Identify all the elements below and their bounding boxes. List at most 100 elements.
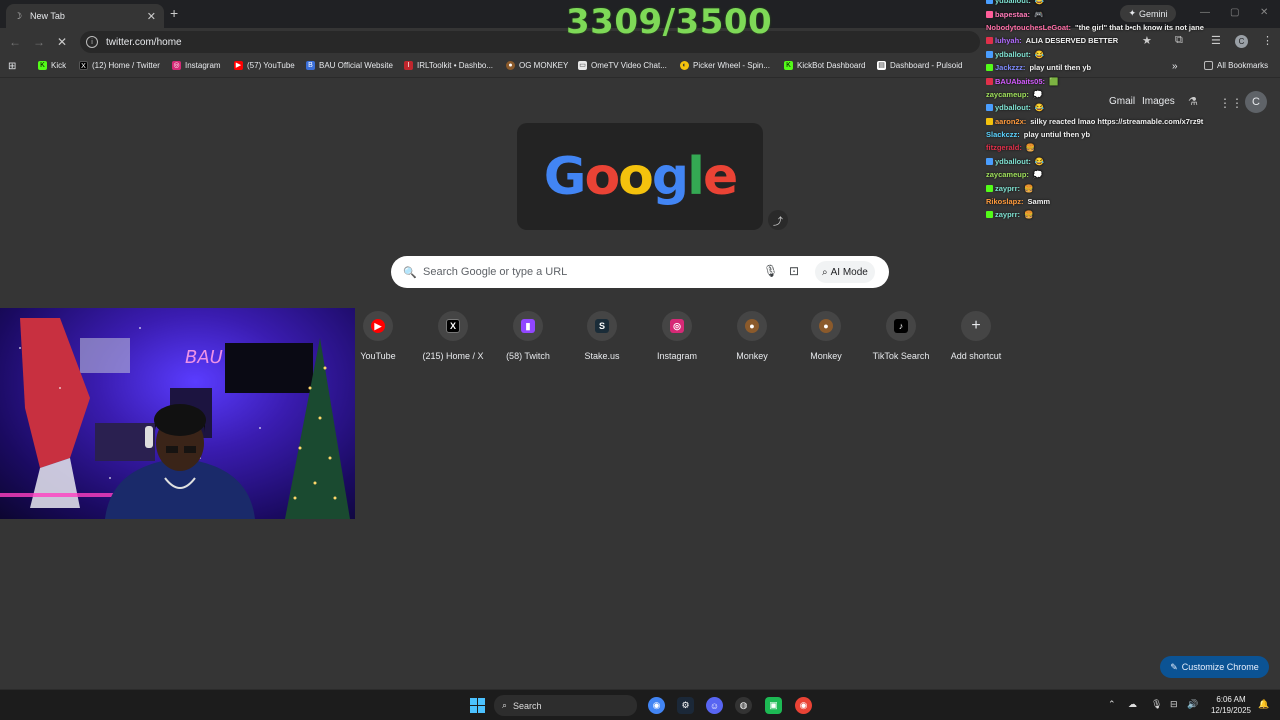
taskbar-search[interactable]: ⌕ Search: [494, 695, 637, 716]
gemini-button[interactable]: ✦ Gemini: [1120, 5, 1176, 22]
back-icon[interactable]: ←: [9, 35, 21, 49]
bookmark-bau[interactable]: B BAU Official Website: [306, 61, 393, 70]
ai-mode-button[interactable]: ⌕ AI Mode: [815, 261, 875, 283]
x-icon: X: [79, 61, 88, 70]
windows-taskbar: ⌕ Search ◉ ⚙ ☺ ◍ ▣ ◉ ⌃ ☁ 🎙 ⊟ 🔊 6:06 AM 1…: [0, 689, 1280, 720]
chat-badge-icon: [986, 77, 993, 85]
monkey-icon: ●: [506, 61, 515, 70]
app-icon[interactable]: ▣: [765, 697, 782, 714]
tab-new-tab[interactable]: ☽ New Tab ✕: [6, 4, 164, 28]
network-icon[interactable]: ⊟: [1170, 699, 1178, 710]
tiktok-icon: ♪: [894, 319, 908, 333]
system-clock[interactable]: 6:06 AM 12/19/2025: [1206, 694, 1256, 716]
chat-badge-icon: [986, 211, 993, 219]
chat-message: Jackzzz: play until then yb: [986, 61, 1276, 74]
bookmark-twitter[interactable]: X (12) Home / Twitter: [79, 61, 160, 70]
chat-text: 😂: [1034, 103, 1045, 113]
bookmark-youtube[interactable]: ▶ (57) YouTube: [234, 61, 295, 70]
bookmark-kick[interactable]: K Kick: [38, 61, 66, 70]
customize-chrome-button[interactable]: ✎ Customize Chrome: [1160, 656, 1269, 678]
google-lens-icon[interactable]: ⊡: [789, 264, 799, 278]
search-box[interactable]: 🔍 🎙 ⊡ ⌕ AI Mode: [391, 256, 889, 288]
chat-text: 🍔: [1024, 210, 1034, 220]
sparkle-icon: ✦: [1128, 8, 1137, 18]
bookmark-instagram[interactable]: ◎ Instagram: [172, 61, 221, 70]
chat-text: 🍔: [1024, 183, 1034, 193]
chat-text: 🍔: [1025, 143, 1036, 153]
obs-icon[interactable]: ◍: [735, 697, 752, 714]
microphone-icon[interactable]: 🎙: [763, 264, 778, 278]
chat-text: "the girl" that b•ch know its not jane: [1075, 22, 1204, 32]
chat-text: play untiul then yb: [1023, 130, 1091, 140]
chat-username: ydballout:: [995, 103, 1031, 113]
shortcut-instagram[interactable]: ◎ Instagram: [640, 311, 714, 361]
shortcut-twitch[interactable]: ▮ (58) Twitch: [491, 311, 565, 361]
instagram-icon: ◎: [670, 319, 684, 333]
chat-message: Slackczz: play untiul then yb: [986, 128, 1276, 141]
close-tab-icon[interactable]: ✕: [147, 10, 156, 23]
stop-loading-icon[interactable]: ✕: [57, 35, 67, 49]
microphone-tray-icon[interactable]: 🎙: [1151, 699, 1162, 710]
discord-icon[interactable]: ☺: [706, 697, 723, 714]
bookmark-kickbot[interactable]: K KickBot Dashboard: [784, 61, 865, 70]
search-input[interactable]: [423, 266, 753, 278]
onedrive-icon[interactable]: ☁: [1128, 699, 1137, 710]
bookmark-og-monkey[interactable]: ● OG MONKEY: [506, 61, 568, 70]
chat-message: Rikoslapz: Samm: [986, 195, 1276, 208]
chat-username: ydballout:: [995, 0, 1031, 6]
chrome-profile-icon[interactable]: ◉: [795, 697, 812, 714]
chat-username: ydballout:: [995, 49, 1031, 59]
chat-text: 💭: [1032, 170, 1043, 180]
bookmark-pulsoid[interactable]: ▤ Dashboard - Pulsoid: [877, 61, 962, 70]
chat-message: zayprr: 🍔: [986, 181, 1276, 194]
bookmark-picker-wheel[interactable]: ◐ Picker Wheel - Spin...: [680, 61, 770, 70]
chat-text: 🟩: [1049, 76, 1059, 86]
forward-icon[interactable]: →: [33, 35, 45, 49]
chat-badge-icon: [986, 157, 993, 165]
stake-icon: S: [595, 319, 609, 333]
chat-text: 😂: [1034, 156, 1045, 166]
chat-username: BAUAbaits05:: [995, 76, 1046, 86]
chat-text: 🎮: [1034, 9, 1044, 19]
share-doodle-icon[interactable]: ⤴: [768, 210, 788, 230]
chrome-icon[interactable]: ◉: [648, 697, 665, 714]
start-menu-icon[interactable]: [470, 698, 485, 713]
chat-text: Samm: [1027, 197, 1051, 207]
address-bar[interactable]: i twitter.com/home: [80, 31, 980, 53]
steam-icon[interactable]: ⚙: [677, 697, 694, 714]
chat-message: BAUAbaits05: 🟩: [986, 74, 1276, 87]
chat-message: NobodytouchesLeGoat: "the girl" that b•ch…: [986, 21, 1276, 34]
shortcut-monkey-2[interactable]: ● Monkey: [789, 311, 863, 361]
bookmark-irltoolkit[interactable]: I IRLToolkit • Dashbo...: [404, 61, 493, 70]
chat-badge-icon: [986, 50, 993, 58]
add-shortcut[interactable]: + Add shortcut: [939, 311, 1013, 361]
site-info-icon[interactable]: i: [86, 36, 98, 48]
url-text: twitter.com/home: [106, 36, 182, 48]
shortcut-x[interactable]: X (215) Home / X: [416, 311, 490, 361]
google-doodle[interactable]: Google: [517, 123, 763, 230]
notification-icon[interactable]: 🔔: [1258, 699, 1269, 710]
chat-text: silky reacted lmao https://streamable.co…: [1030, 116, 1204, 126]
chat-username: fitzgerald:: [986, 143, 1022, 153]
monkey-icon: ●: [819, 319, 833, 333]
bookmark-ometv[interactable]: ▭ OmeTV Video Chat...: [578, 61, 667, 70]
chat-badge-icon: [986, 184, 993, 192]
stream-counter: 3309/3500: [566, 2, 773, 42]
chat-username: luhyah:: [995, 36, 1022, 46]
webcam-scene: BAU: [0, 318, 350, 519]
apps-icon[interactable]: ⊞: [8, 61, 16, 72]
shortcut-monkey[interactable]: ● Monkey: [715, 311, 789, 361]
chat-badge-icon: [986, 64, 993, 72]
chat-username: NobodytouchesLeGoat:: [986, 22, 1072, 32]
tray-overflow-icon[interactable]: ⌃: [1108, 699, 1116, 710]
new-tab-button[interactable]: +: [170, 5, 178, 21]
chat-message: zaycameup: 💭: [986, 88, 1276, 101]
chat-message: fitzgerald: 🍔: [986, 141, 1276, 154]
shortcut-tiktok[interactable]: ♪ TikTok Search: [864, 311, 938, 361]
volume-icon[interactable]: 🔊: [1187, 699, 1198, 710]
shortcut-stake[interactable]: S Stake.us: [565, 311, 639, 361]
chat-text: ALIA DESERVED BETTER: [1025, 36, 1119, 46]
chat-username: Jackzzz:: [995, 63, 1026, 73]
monkey-icon: ●: [745, 319, 759, 333]
chat-badge-icon: [986, 104, 993, 112]
